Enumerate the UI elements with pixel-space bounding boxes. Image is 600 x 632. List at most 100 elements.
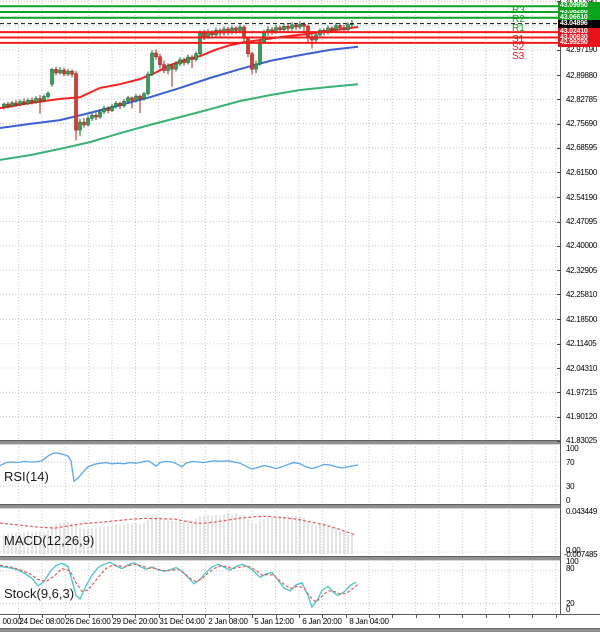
candle-body <box>238 26 242 31</box>
price-axis-tick <box>557 343 561 345</box>
time-axis-line <box>0 614 600 615</box>
candle-body <box>26 99 30 104</box>
candle-body <box>66 70 70 75</box>
time-axis-label: 2 Jan 08:00 <box>208 617 248 626</box>
candle-body <box>2 103 6 108</box>
candle-body <box>286 26 290 29</box>
candle-body <box>86 118 90 126</box>
price-axis-tick <box>557 147 561 149</box>
price-axis-label: 41.90120 <box>566 412 597 422</box>
candle-body <box>90 115 94 119</box>
candle-body <box>46 93 50 97</box>
price-axis-label: 42.04310 <box>566 363 597 373</box>
candle-body <box>138 95 142 99</box>
price-axis-label: 42.82785 <box>566 94 597 104</box>
price-axis-tick <box>557 123 561 125</box>
time-axis-tick <box>509 615 510 618</box>
time-axis-tick <box>298 615 300 618</box>
time-axis-label: 8 Jan 04:00 <box>349 617 389 626</box>
candle-body <box>162 64 166 71</box>
time-axis-tick <box>205 615 207 618</box>
candle-body <box>182 59 186 63</box>
candle-body <box>6 103 10 107</box>
candle-body <box>34 98 38 103</box>
candle-body <box>134 95 138 101</box>
candle-body <box>130 97 134 101</box>
price-axis-tick <box>557 49 561 51</box>
candle-body <box>302 23 306 27</box>
price-level-badge: 43.04896 <box>558 19 600 28</box>
time-axis-tick <box>532 615 534 618</box>
price-axis-tick <box>557 197 561 199</box>
candle-body <box>246 37 250 54</box>
price-axis-tick <box>557 319 561 321</box>
price-axis-label: 42.32905 <box>566 265 597 275</box>
candle-body <box>142 93 146 99</box>
candle-body <box>338 25 342 28</box>
macd-panel-axis-label: 0.043449 <box>566 507 597 516</box>
price-level-badge: 43.09950 <box>558 2 600 11</box>
price-axis-label: 42.54190 <box>566 192 597 202</box>
ma-fast-line <box>0 26 359 110</box>
candle-body <box>114 103 118 107</box>
trading-chart-window: 43.1139042.9719042.8988042.8278542.75690… <box>0 0 600 632</box>
candle-body <box>254 63 258 70</box>
candle-body <box>10 102 14 107</box>
price-axis-label: 42.11405 <box>566 339 597 349</box>
candle-body <box>38 98 42 101</box>
candle-body <box>298 23 302 28</box>
candle-body <box>342 27 346 31</box>
rsi-line <box>0 452 359 483</box>
price-axis-label: 41.97215 <box>566 387 597 397</box>
candle-body <box>22 101 26 104</box>
candle-body <box>62 69 66 75</box>
price-axis-label: 42.25810 <box>566 289 597 299</box>
price-axis-tick <box>557 392 561 394</box>
time-axis-label: 31 Dec 04:00 <box>159 617 205 626</box>
panel-separator[interactable] <box>0 440 600 445</box>
price-axis-label: 42.75690 <box>566 119 597 129</box>
candle-body <box>50 69 54 85</box>
candle-body <box>98 111 102 118</box>
candle-body <box>202 32 206 37</box>
window-bottom-edge <box>0 628 600 632</box>
price-axis-tick <box>557 99 561 101</box>
price-axis: 43.1139042.9719042.8988042.8278542.75690… <box>557 0 600 614</box>
time-axis-tick <box>438 615 440 618</box>
price-axis-tick <box>557 416 561 418</box>
time-axis-tick <box>252 615 254 618</box>
candle-body <box>234 27 238 31</box>
candle-body <box>118 103 122 107</box>
candle-body <box>282 26 286 31</box>
panel-separator[interactable] <box>0 504 600 509</box>
time-axis-tick <box>555 615 557 618</box>
price-axis-label: 42.68595 <box>566 143 597 153</box>
candle-body <box>154 52 158 58</box>
candle-body <box>330 27 334 31</box>
candle-body <box>94 115 98 118</box>
rsi-panel-axis-label: 100 <box>566 444 579 453</box>
price-axis-label: 42.18500 <box>566 314 597 324</box>
price-axis-label: 42.89880 <box>566 70 597 80</box>
pivot-label-r1: R1 <box>512 23 525 34</box>
candle-body <box>122 101 126 107</box>
price-axis-label: 42.40000 <box>566 241 597 251</box>
price-axis-tick <box>557 440 561 442</box>
candle-body <box>18 101 22 106</box>
rsi-indicator-label: RSI(14) <box>4 469 49 484</box>
candle-body <box>250 53 254 70</box>
price-axis-label: 42.47095 <box>566 217 597 227</box>
rsi-panel-axis-label: 0 <box>566 496 571 505</box>
price-axis-tick <box>557 75 561 76</box>
panel-separator[interactable] <box>0 556 600 561</box>
time-axis-tick <box>415 615 417 618</box>
candle-body <box>346 24 350 31</box>
candle-body <box>126 97 130 102</box>
price-axis-tick <box>557 221 561 223</box>
candle-body <box>106 108 110 111</box>
price-axis-tick <box>557 368 561 370</box>
price-axis-tick <box>557 172 561 174</box>
candle-body <box>30 99 34 103</box>
candle-body <box>102 108 106 113</box>
candle-body <box>174 63 178 70</box>
